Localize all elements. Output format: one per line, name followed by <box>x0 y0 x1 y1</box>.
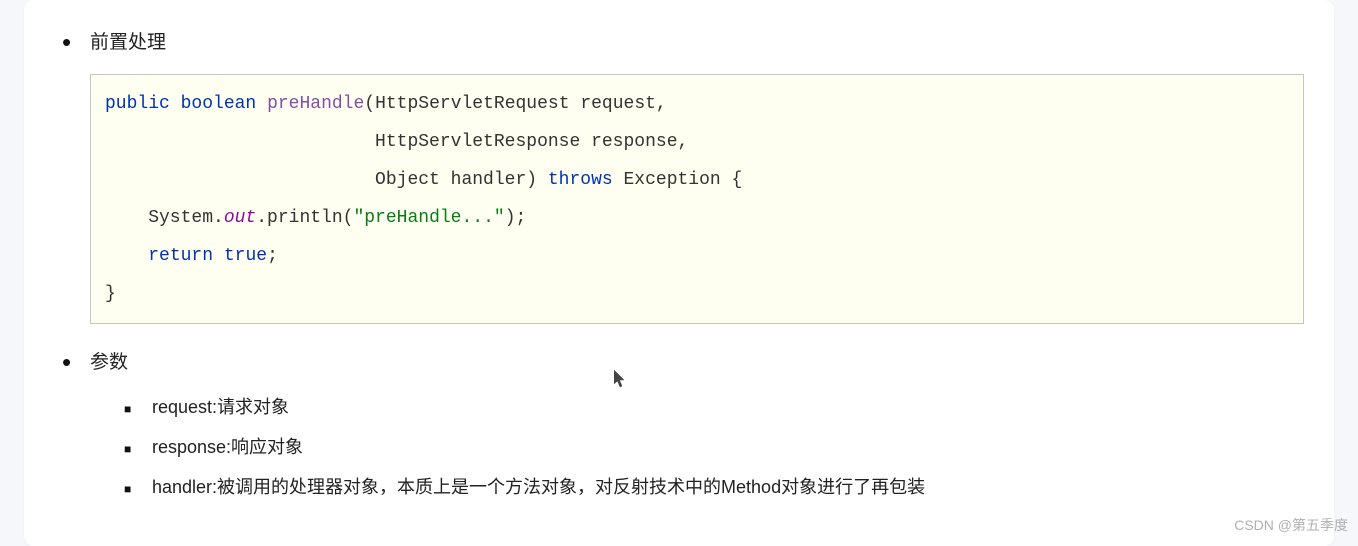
code-kw-return: return <box>148 246 213 266</box>
code-kw-boolean: boolean <box>181 94 257 114</box>
section-title: 前置处理 <box>90 30 1304 56</box>
code-text: System. <box>105 208 224 228</box>
param-item: response:响应对象 <box>152 434 1304 460</box>
params-list: request:请求对象 response:响应对象 handler:被调用的处… <box>90 394 1304 500</box>
code-sp <box>256 94 267 114</box>
code-text: ); <box>505 208 527 228</box>
section-title: 参数 <box>90 350 1304 376</box>
param-item: request:请求对象 <box>152 394 1304 420</box>
code-text: .println( <box>256 208 353 228</box>
code-text: Object handler) <box>105 170 548 190</box>
code-static-out: out <box>224 208 256 228</box>
document-card: 前置处理 public boolean preHandle(HttpServle… <box>24 0 1334 546</box>
outer-list: 前置处理 public boolean preHandle(HttpServle… <box>54 30 1304 500</box>
code-sp <box>213 246 224 266</box>
code-text <box>105 246 148 266</box>
section-prehandle: 前置处理 public boolean preHandle(HttpServle… <box>90 30 1304 324</box>
code-kw-public: public <box>105 94 170 114</box>
param-item: handler:被调用的处理器对象，本质上是一个方法对象，对反射技术中的Meth… <box>152 474 1304 500</box>
code-sp <box>170 94 181 114</box>
code-text: Exception { <box>613 170 743 190</box>
watermark-text: CSDN @第五季度 <box>1234 515 1348 535</box>
code-block: public boolean preHandle(HttpServletRequ… <box>90 74 1304 324</box>
code-kw-true: true <box>224 246 267 266</box>
code-text: ; <box>267 246 278 266</box>
code-text: (HttpServletRequest request, <box>364 94 666 114</box>
code-method: preHandle <box>267 94 364 114</box>
code-string: "preHandle..." <box>353 208 504 228</box>
code-text: } <box>105 284 116 304</box>
code-kw-throws: throws <box>548 170 613 190</box>
code-text: HttpServletResponse response, <box>105 132 688 152</box>
section-params: 参数 request:请求对象 response:响应对象 handler:被调… <box>90 350 1304 500</box>
